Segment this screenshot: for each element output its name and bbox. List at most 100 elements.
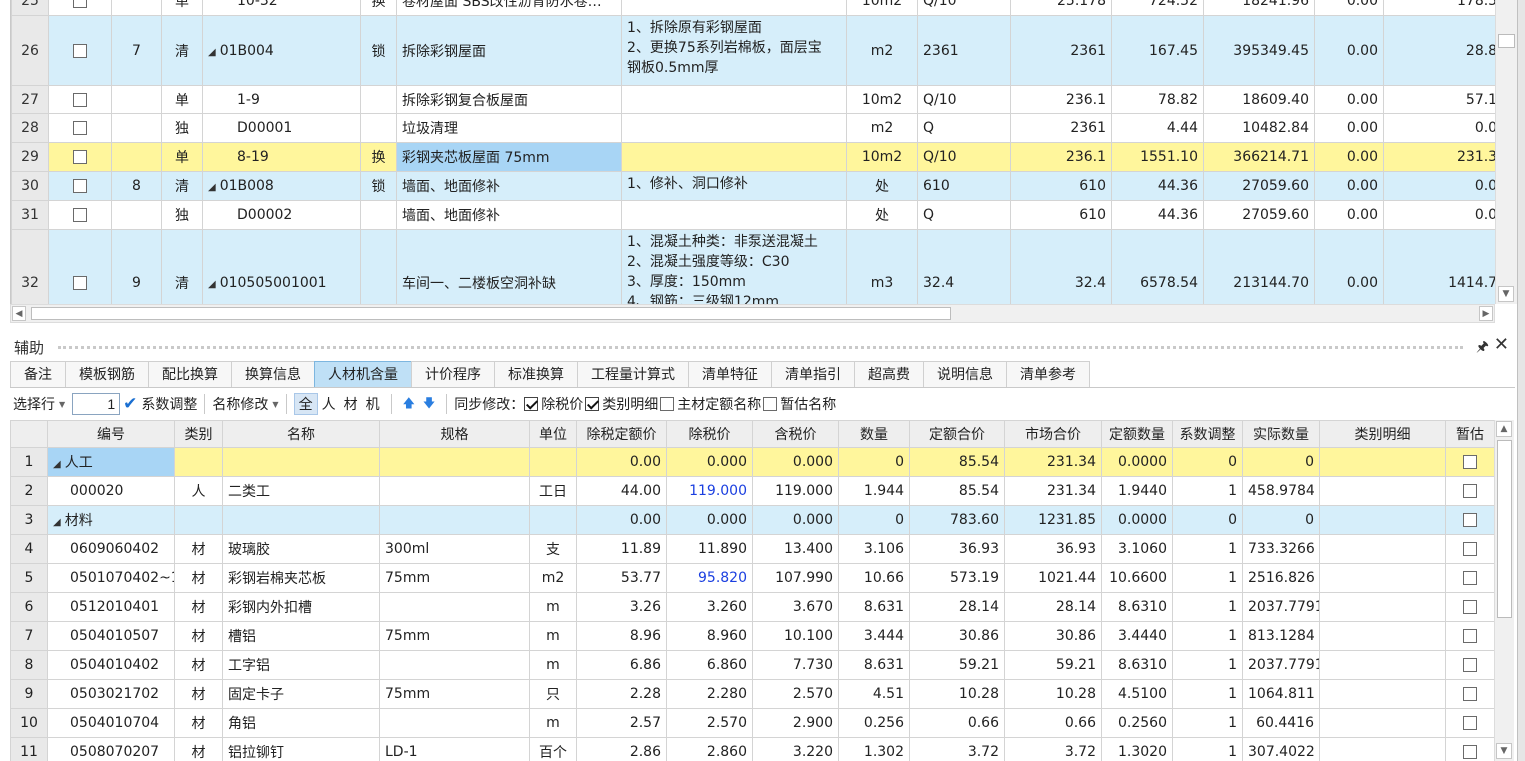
sync-checkbox[interactable] [524, 397, 539, 411]
sync-option[interactable]: 暂估名称 [763, 394, 836, 414]
boq-row[interactable]: 28独D00001垃圾清理m2Q23614.4410482.840.000.00 [11, 113, 1495, 143]
item-code-cell[interactable]: ◢ 01B008 [202, 171, 361, 201]
scroll-down-icon[interactable]: ▼ [1498, 286, 1514, 302]
tab-5[interactable]: 计价程序 [411, 361, 495, 387]
resource-row[interactable]: 6 0512010401 材彩钢内外扣槽 m 3.26 3.260 3.670 8.631 28… [10, 592, 1494, 622]
boq-row[interactable]: 27 单 1-9 拆除彩钢复合板屋面 10m2 Q/10 236.1 78.82 18609.4… [11, 85, 1495, 114]
boq-row[interactable]: 32 9 清 ◢ 010505001001 车间一、二楼板空洞补缺 1、混凝土种类：非泵送混… [11, 229, 1495, 304]
item-name[interactable]: 墙面、地面修补 [396, 171, 622, 201]
coef-adjust-button[interactable]: ✔ 系数调整 [120, 392, 200, 416]
collapse-triangle-icon[interactable]: ◢ [208, 279, 216, 290]
item-code-cell[interactable]: ◢ 01B004 [202, 15, 361, 86]
resource-code-cell[interactable]: 0508070207 [47, 737, 175, 761]
select-row-dropdown[interactable]: 选择行 ▼ [10, 392, 68, 416]
sync-option[interactable]: 类别明细 [585, 394, 658, 414]
name-modify-dropdown[interactable]: 名称修改 ▼ [209, 392, 281, 416]
resource-code-cell[interactable]: ◢ 材料 [47, 505, 175, 535]
bottom-scroll-thumb[interactable] [1497, 440, 1512, 618]
item-code-cell[interactable]: 1-9 [202, 85, 361, 114]
column-header[interactable]: 市场合价 [1004, 420, 1102, 448]
close-icon[interactable]: ✕ [1494, 334, 1509, 355]
item-name[interactable]: 卷材屋面 SBS改性沥青防水卷… [396, 0, 622, 16]
filter-3[interactable]: 机 [362, 394, 384, 414]
row-checkbox[interactable] [73, 179, 87, 193]
estimate-checkbox[interactable] [1463, 745, 1477, 759]
row-checkbox[interactable] [73, 208, 87, 222]
column-header[interactable]: 编号 [47, 420, 175, 448]
sync-option[interactable]: 除税价 [524, 394, 583, 414]
tab-12[interactable]: 清单参考 [1006, 361, 1090, 387]
estimate-checkbox[interactable] [1463, 658, 1477, 672]
filter-2[interactable]: 材 [340, 394, 362, 414]
resource-row[interactable]: 8 0504010402 材工字铝 m 6.86 6.860 7.730 8.631 59.21… [10, 650, 1494, 680]
column-header[interactable]: 类别 [174, 420, 223, 448]
row-checkbox[interactable] [73, 150, 87, 164]
resource-code-cell[interactable]: 0503021702 [47, 679, 175, 709]
row-checkbox[interactable] [73, 43, 87, 58]
tab-2[interactable]: 配比换算 [148, 361, 232, 387]
estimate-checkbox[interactable] [1463, 571, 1477, 585]
top-vertical-scrollbar[interactable]: ▼ [1495, 0, 1517, 304]
row-checkbox[interactable] [73, 121, 87, 135]
sync-checkbox[interactable] [660, 397, 675, 411]
tab-8[interactable]: 清单特征 [688, 361, 772, 387]
resource-row[interactable]: 4 0609060402 材玻璃胶 300ml 支 11.89 11.890 13.400 3.… [10, 534, 1494, 564]
column-header[interactable]: 数量 [838, 420, 910, 448]
resource-row[interactable]: 11 0508070207 材铝拉铆钉 LD-1 百个 2.86 2.860 3.220 1.3… [10, 737, 1494, 761]
scroll-down-icon[interactable]: ▼ [1496, 743, 1512, 759]
resource-code-cell[interactable]: 0609060402 [47, 534, 175, 564]
item-code-cell[interactable]: 8-19 [202, 142, 361, 172]
collapse-triangle-icon[interactable]: ◢ [53, 459, 61, 470]
sync-checkbox[interactable] [763, 397, 778, 411]
resource-code-cell[interactable]: ◢ 人工 [47, 447, 175, 477]
resource-code-cell[interactable]: 0504010507 [47, 621, 175, 651]
column-header[interactable]: 单位 [529, 420, 577, 448]
tab-7[interactable]: 工程量计算式 [577, 361, 689, 387]
resource-code-cell[interactable]: 0504010704 [47, 708, 175, 738]
top-scroll-thumb[interactable] [1498, 34, 1515, 48]
resource-code-cell[interactable]: 0504010402 [47, 650, 175, 680]
scroll-right-icon[interactable]: ▶ [1479, 306, 1493, 321]
column-header[interactable]: 类别明细 [1319, 420, 1446, 448]
scroll-left-icon[interactable]: ◀ [12, 306, 26, 321]
resource-code-cell[interactable]: 0501070402~1 [47, 563, 175, 593]
move-down-icon[interactable]: 🡇 [419, 394, 439, 415]
item-code-cell[interactable]: ◢ 010505001001 [202, 229, 361, 304]
tab-4[interactable]: 人材机含量 [314, 361, 412, 387]
row-checkbox[interactable] [73, 275, 87, 290]
tab-0[interactable]: 备注 [10, 361, 66, 387]
bottom-vertical-scrollbar[interactable]: ▲ ▼ [1494, 420, 1514, 761]
estimate-checkbox[interactable] [1463, 542, 1477, 556]
estimate-checkbox[interactable] [1463, 600, 1477, 614]
column-header[interactable]: 名称 [222, 420, 380, 448]
resource-row[interactable]: 2 000020 人二类工 工日 44.00 119.000 119.000 1.944 85.… [10, 476, 1494, 506]
resource-row[interactable]: 1 ◢ 人工 0.00 0.000 0.000 0 85.54 231.34 0.0000 0 0 [10, 447, 1494, 477]
column-header[interactable]: 系数调整 [1172, 420, 1243, 448]
move-up-icon[interactable]: 🡅 [399, 394, 419, 415]
resource-row[interactable]: 5 0501070402~1 材彩钢岩棉夹芯板 75mm m2 53.77 95.820 10… [10, 563, 1494, 593]
column-header[interactable] [10, 420, 48, 448]
collapse-triangle-icon[interactable]: ◢ [53, 517, 61, 528]
resource-row[interactable]: 9 0503021702 材固定卡子 75mm 只 2.28 2.280 2.570 4.51 1… [10, 679, 1494, 709]
resource-code-cell[interactable]: 0512010401 [47, 592, 175, 622]
collapse-triangle-icon[interactable]: ◢ [208, 47, 216, 58]
item-name[interactable]: 垃圾清理 [396, 113, 622, 143]
estimate-checkbox[interactable] [1463, 629, 1477, 643]
item-code-cell[interactable]: 10-32 [202, 0, 361, 16]
column-header[interactable]: 除税价 [666, 420, 753, 448]
horizontal-scroll-thumb[interactable] [31, 307, 951, 320]
item-name[interactable]: 彩钢夹芯板屋面 75mm [396, 142, 622, 172]
estimate-checkbox[interactable] [1463, 513, 1477, 527]
item-name[interactable]: 拆除彩钢复合板屋面 [396, 85, 622, 114]
estimate-checkbox[interactable] [1463, 455, 1477, 469]
boq-row[interactable]: 25 单 10-32 换卷材屋面 SBS改性沥青防水卷… 10m2 Q/10 25.178 7… [11, 0, 1495, 16]
pin-icon[interactable]: 🖈 [1476, 336, 1489, 360]
tab-11[interactable]: 说明信息 [923, 361, 1007, 387]
tab-6[interactable]: 标准换算 [494, 361, 578, 387]
resource-row[interactable]: 7 0504010507 材槽铝 75mm m 8.96 8.960 10.100 3.444 3… [10, 621, 1494, 651]
item-code-cell[interactable]: D00002 [202, 200, 361, 230]
boq-row[interactable]: 30 8 清 ◢ 01B008 锁墙面、地面修补 1、修补、洞口修补处 610 610 44.36… [11, 171, 1495, 201]
boq-row[interactable]: 26 7 清 ◢ 01B004 锁拆除彩钢屋面 1、拆除原有彩钢屋面 2、更换75系列岩棉板，… [11, 15, 1495, 86]
sync-checkbox[interactable] [585, 397, 600, 411]
tab-1[interactable]: 模板钢筋 [65, 361, 149, 387]
